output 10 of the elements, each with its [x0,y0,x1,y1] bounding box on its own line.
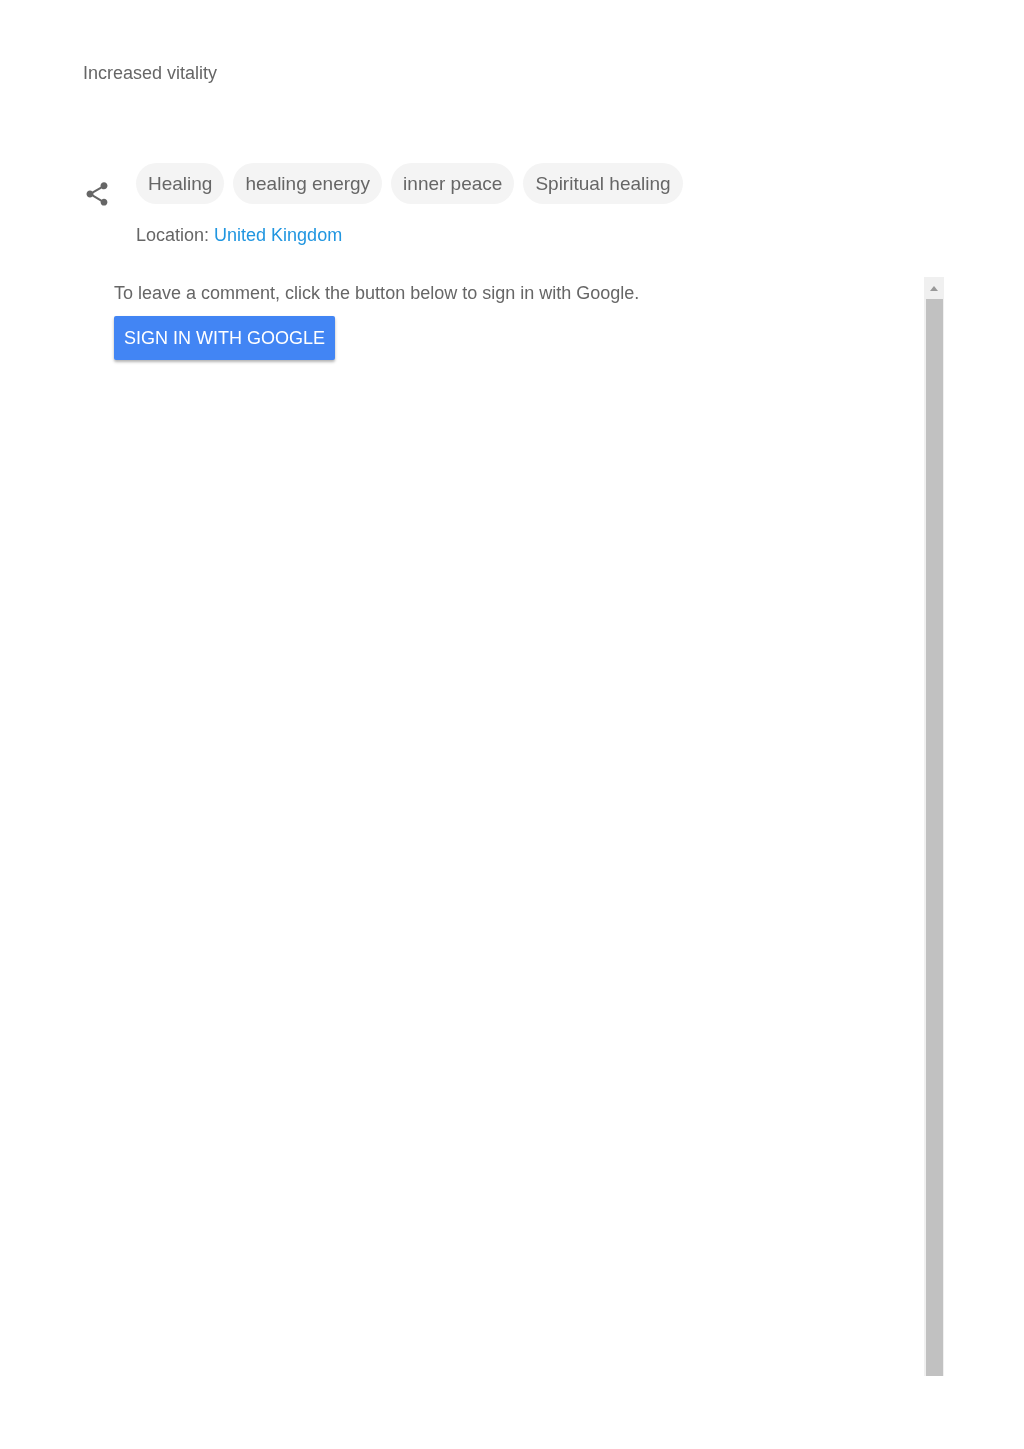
location-label: Location: [136,225,210,245]
scroll-up-icon[interactable] [930,286,938,291]
comment-prompt: To leave a comment, click the button below to sign in with Google. [114,282,640,304]
sign-in-button[interactable]: SIGN IN WITH GOOGLE [114,316,335,360]
tag-chip[interactable]: Healing [136,163,225,204]
tag-chip[interactable]: inner peace [391,163,515,204]
post-heading: Increased vitality [83,62,218,84]
tag-chip[interactable]: healing energy [233,163,383,204]
location-link[interactable]: United Kingdom [214,225,343,245]
tag-chip[interactable]: Spiritual healing [523,163,683,204]
